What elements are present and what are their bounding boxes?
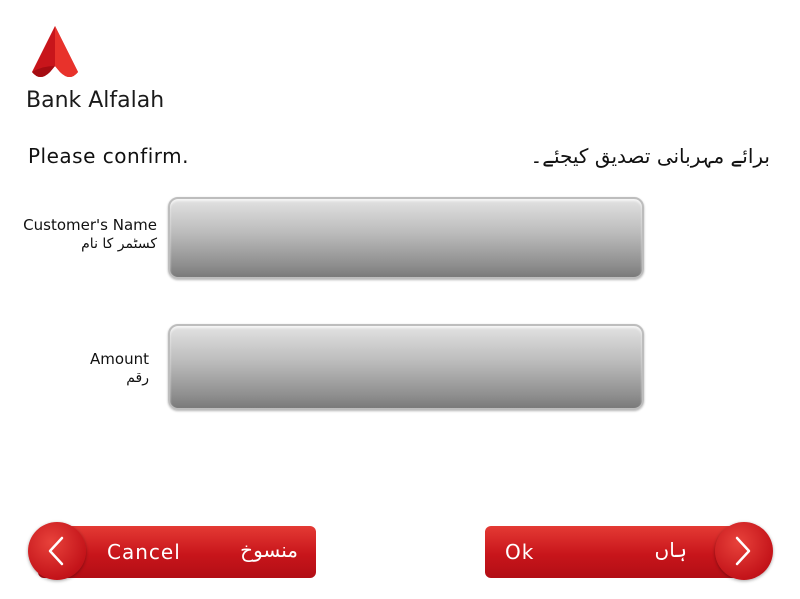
chevron-left-icon [48, 536, 64, 566]
amount-label-en: Amount [90, 350, 149, 368]
customer-name-label-ur: کسٹمر کا نام [81, 236, 157, 252]
bank-logo: Bank Alfalah [24, 26, 174, 116]
ok-button[interactable]: Ok ہاں [485, 522, 773, 580]
customer-name-label: Customer's Name کسٹمر کا نام [23, 216, 157, 254]
chevron-right-icon [735, 536, 751, 566]
cancel-chevron-circle[interactable] [28, 522, 86, 580]
bank-alfalah-logo-icon [32, 26, 78, 77]
amount-label-ur: رقم [126, 370, 149, 386]
ok-chevron-circle[interactable] [715, 522, 773, 580]
ok-label-en: Ok [505, 540, 535, 564]
prompt-urdu: برائے مہربانی تصدیق کیجئے۔ [530, 144, 770, 168]
prompt-english: Please confirm. [28, 144, 189, 168]
customer-name-label-en: Customer's Name [23, 216, 157, 234]
amount-field [168, 324, 644, 410]
customer-name-field [168, 197, 644, 279]
ok-label-ur: ہاں [654, 538, 688, 562]
cancel-label-ur: منسوخ [240, 538, 298, 562]
brand-name: Bank Alfalah [26, 88, 165, 113]
amount-label: Amount رقم [90, 350, 149, 388]
cancel-label-en: Cancel [107, 540, 181, 564]
cancel-button[interactable]: Cancel منسوخ [28, 522, 316, 580]
